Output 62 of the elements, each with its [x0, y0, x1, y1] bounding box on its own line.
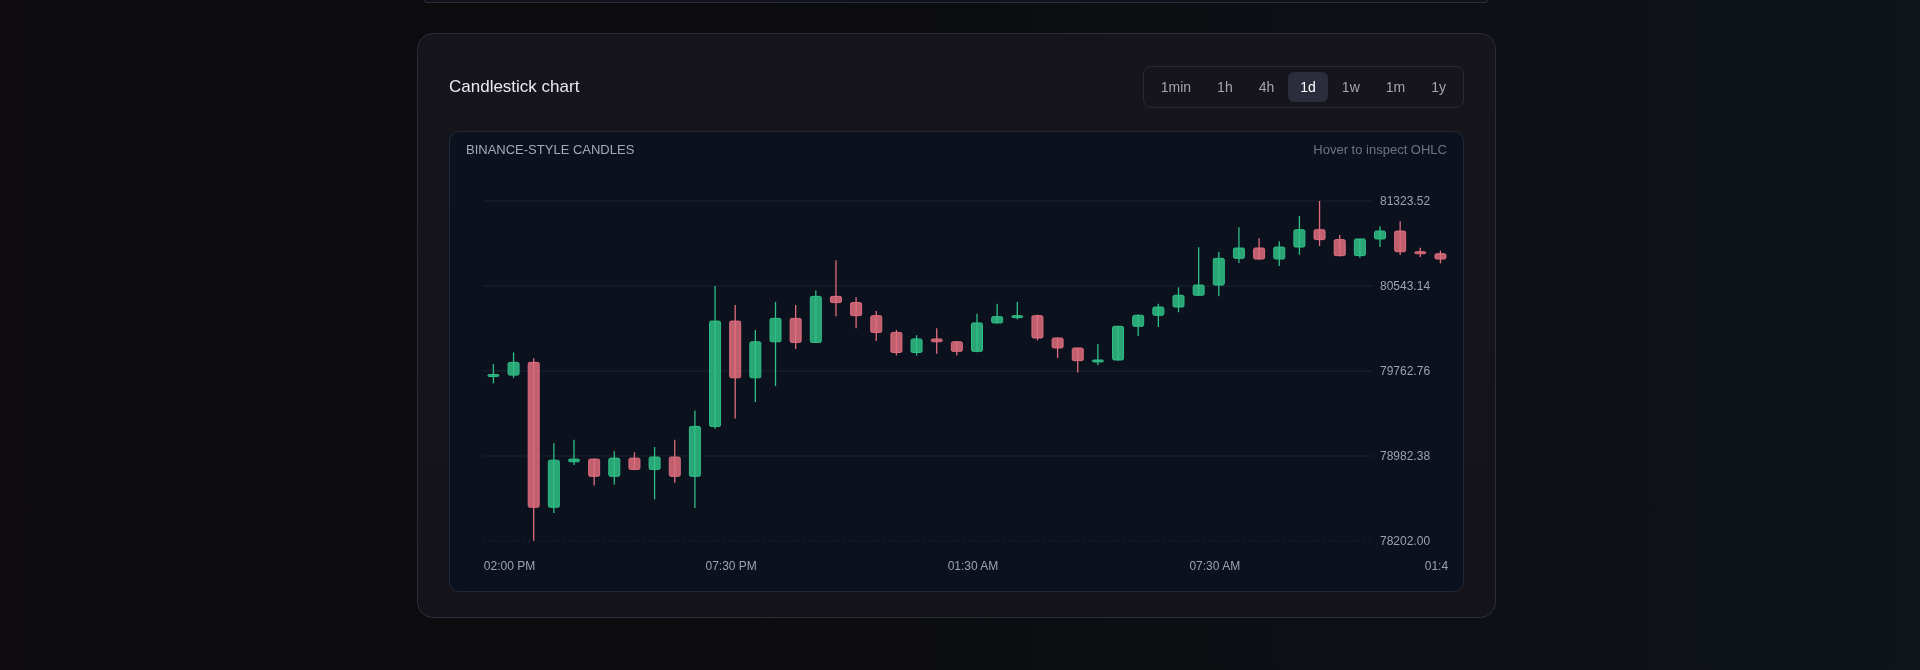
candle	[1293, 215, 1306, 256]
candle	[1051, 336, 1064, 359]
timeframe-tab[interactable]: 1w	[1329, 72, 1372, 102]
hover-hint: Hover to inspect OHLC	[1313, 141, 1447, 157]
candle	[1353, 238, 1366, 259]
candle	[1011, 301, 1024, 320]
candle	[628, 451, 641, 471]
candle	[608, 450, 621, 486]
axis-label: 02:00 PM	[483, 559, 536, 573]
candle	[1112, 325, 1125, 362]
candle	[1212, 251, 1225, 297]
candle	[870, 310, 883, 342]
candle	[1172, 286, 1185, 313]
timeframe-tab[interactable]: 1min	[1148, 72, 1204, 102]
candle	[1394, 220, 1407, 256]
axis-label: 01:30 AM	[947, 559, 999, 573]
axis-label: 80543.14	[1380, 279, 1431, 293]
candle	[1434, 249, 1447, 264]
candle	[890, 329, 903, 357]
candle	[1071, 347, 1084, 374]
candle	[568, 439, 580, 466]
candle	[950, 340, 963, 357]
candle	[547, 442, 560, 514]
timeframe-tab[interactable]: 1h	[1205, 72, 1245, 102]
candle	[850, 296, 863, 329]
candle	[910, 334, 923, 357]
axis-label: 81323.52	[1380, 194, 1431, 208]
axis-label: 07:30 AM	[1189, 559, 1241, 573]
candle	[829, 259, 842, 317]
candle	[1253, 237, 1266, 261]
candle	[487, 363, 500, 385]
candle	[1273, 240, 1286, 267]
candle	[507, 351, 520, 379]
candle	[1192, 246, 1205, 297]
chart-label: BINANCE-STYLE CANDLES	[466, 141, 635, 157]
candle	[668, 439, 681, 484]
axis-label: 79762.76	[1380, 364, 1431, 378]
candle	[1232, 226, 1245, 264]
axis-label: 78982.38	[1380, 449, 1431, 463]
candle	[1152, 303, 1165, 328]
candle	[1333, 234, 1346, 258]
candle	[1374, 225, 1386, 248]
timeframe-tab[interactable]: 1d	[1288, 72, 1328, 102]
card-title: Candlestick chart	[449, 77, 580, 97]
candle	[648, 446, 661, 501]
candle	[1313, 200, 1326, 247]
candle	[809, 289, 822, 344]
candle	[1031, 314, 1044, 341]
candle	[789, 304, 802, 350]
candle	[971, 313, 983, 353]
axis-label: 78202.00	[1380, 534, 1431, 548]
candle	[1091, 343, 1104, 366]
candle	[1414, 247, 1427, 258]
candle	[1132, 313, 1145, 337]
candle	[588, 457, 601, 487]
axis-label: 07:30 PM	[705, 559, 757, 573]
timeframe-tab[interactable]: 1m	[1373, 72, 1418, 102]
candle	[930, 327, 943, 355]
candle	[991, 303, 1004, 325]
axis-label: 01:4	[1424, 559, 1449, 573]
timeframe-tab[interactable]: 4h	[1246, 72, 1287, 102]
timeframe-tab[interactable]: 1y	[1419, 72, 1458, 102]
